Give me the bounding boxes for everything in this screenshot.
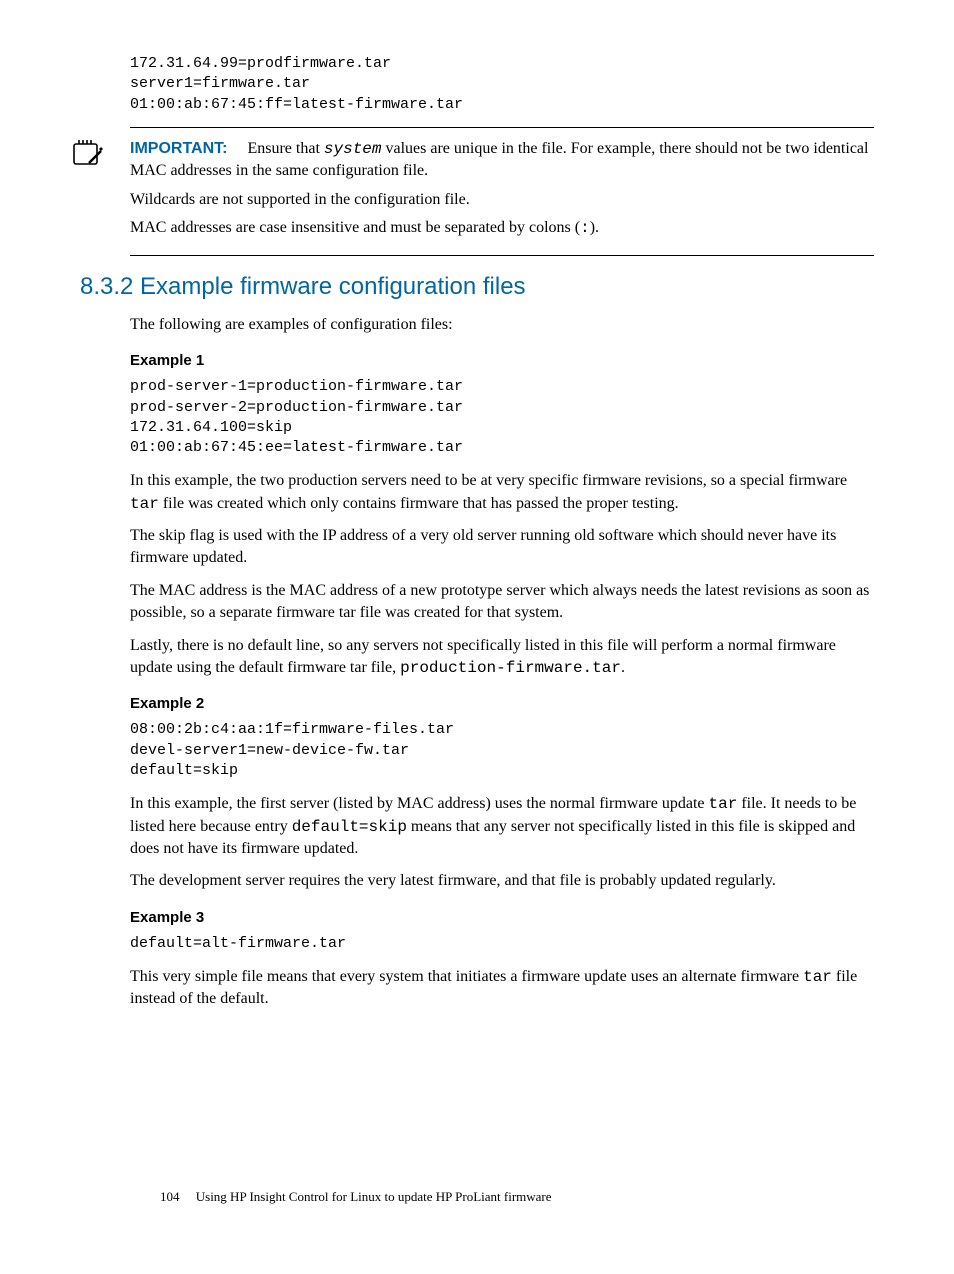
inline-code-system: system <box>324 140 382 158</box>
example2-p2: The development server requires the very… <box>130 870 874 892</box>
example1-code: prod-server-1=production-firmware.tar pr… <box>130 377 874 458</box>
code-block-top: 172.31.64.99=prodfirmware.tar server1=fi… <box>130 54 874 115</box>
page-footer: 104 Using HP Insight Control for Linux t… <box>160 1188 552 1206</box>
inline-code-tar: tar <box>130 495 159 513</box>
important-label: IMPORTANT: <box>130 140 227 157</box>
footer-title: Using HP Insight Control for Linux to up… <box>196 1189 552 1204</box>
inline-code-colon: : <box>580 219 590 237</box>
important-line2: Wildcards are not supported in the confi… <box>130 189 874 211</box>
example3-p1: This very simple file means that every s… <box>130 966 874 1011</box>
important-line3: MAC addresses are case insensitive and m… <box>130 217 874 239</box>
important-note-box: IMPORTANT: Ensure that system values are… <box>130 127 874 257</box>
example1-p4: Lastly, there is no default line, so any… <box>130 635 874 680</box>
important-text: Ensure that system values are unique in … <box>130 140 868 179</box>
section-intro: The following are examples of configurat… <box>130 314 874 336</box>
example3-code: default=alt-firmware.tar <box>130 934 874 954</box>
example2-p1: In this example, the first server (liste… <box>130 793 874 860</box>
example1-heading: Example 1 <box>130 350 874 371</box>
example1-p1: In this example, the two production serv… <box>130 470 874 515</box>
inline-code-tar2: tar <box>709 795 738 813</box>
inline-code-defaultskip: default=skip <box>292 818 407 836</box>
inline-code-tar3: tar <box>803 968 832 986</box>
important-note-icon <box>70 136 104 170</box>
page-number: 104 <box>160 1189 180 1204</box>
section-heading: 8.3.2 Example firmware configuration fil… <box>80 270 874 304</box>
example1-p2: The skip flag is used with the IP addres… <box>130 525 874 570</box>
inline-code-prodfw: production-firmware.tar <box>400 659 621 677</box>
example1-p3: The MAC address is the MAC address of a … <box>130 580 874 625</box>
example2-code: 08:00:2b:c4:aa:1f=firmware-files.tar dev… <box>130 720 874 781</box>
example3-heading: Example 3 <box>130 907 874 928</box>
example2-heading: Example 2 <box>130 693 874 714</box>
